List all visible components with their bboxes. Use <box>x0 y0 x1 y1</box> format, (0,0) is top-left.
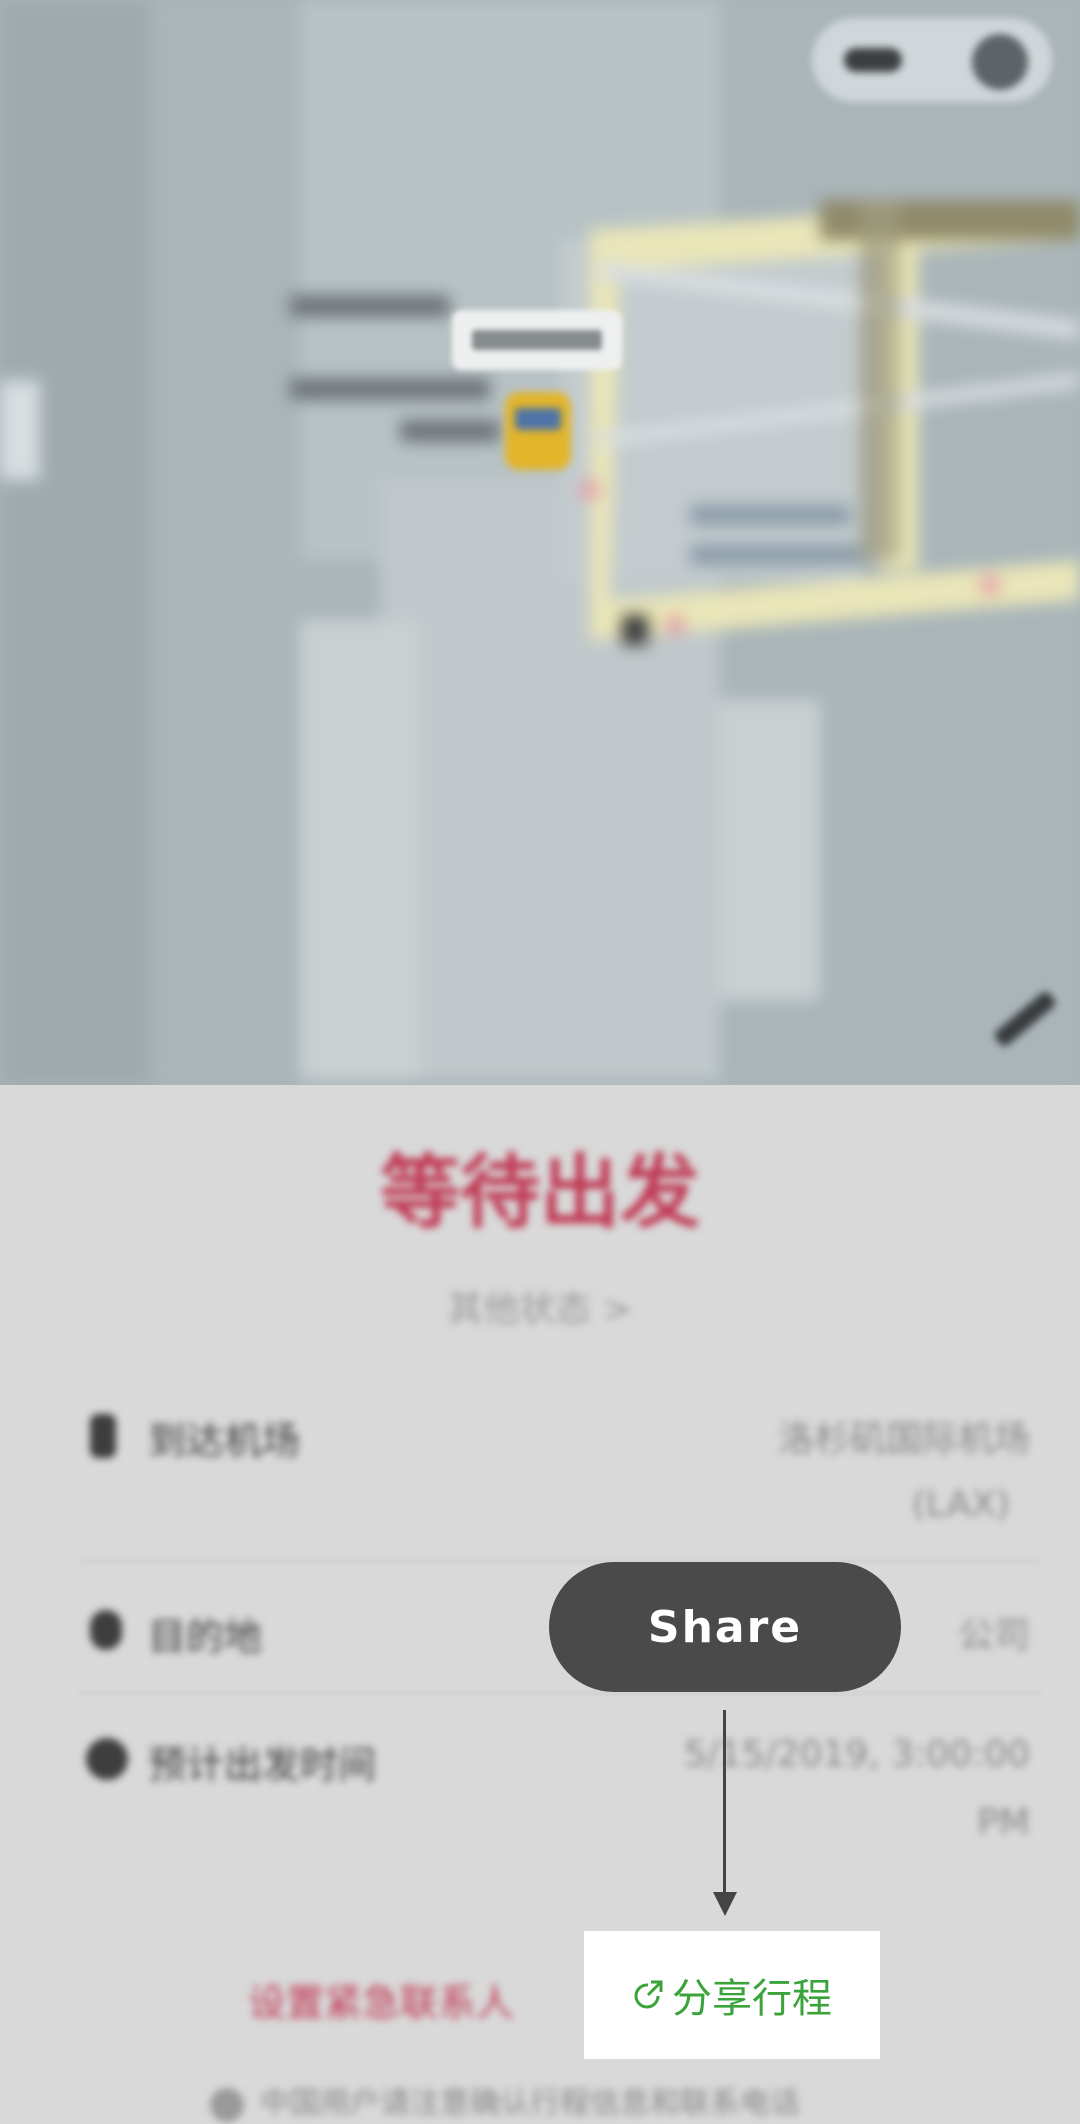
detail-row-departure-time: 预计出发时间 5/15/2019, 3:00:00 PM <box>70 1734 1030 1864</box>
map-view[interactable] <box>0 0 1080 1085</box>
detail-value-line2: (LAX) <box>911 1484 1010 1525</box>
detail-label: 到达机场 <box>148 1419 301 1463</box>
pickup-point-tag <box>452 310 622 370</box>
detail-value: 5/15/2019, 3:00:00 <box>683 1734 1030 1775</box>
traffic-icon[interactable] <box>844 48 902 72</box>
share-tooltip: Share <box>549 1562 901 1692</box>
detail-label: 目的地 <box>148 1615 263 1659</box>
detail-label: 预计出发时间 <box>148 1743 377 1787</box>
map-graphic <box>0 0 1080 1085</box>
footer-note-text: 中国用户请注意确认行程信息和联系电话 <box>260 2086 800 2121</box>
row-divider <box>80 1692 1040 1694</box>
detail-value-line2: PM <box>977 1802 1030 1843</box>
detail-row-airport: 到达机场 洛杉矶国际机场 (LAX) <box>70 1410 1030 1525</box>
footer-note: 中国用户请注意确认行程信息和联系电话 <box>210 2078 800 2122</box>
share-trip-button[interactable]: 分享行程 <box>584 1931 880 2059</box>
share-trip-label: 分享行程 <box>672 1976 832 2022</box>
phone-icon <box>90 1414 116 1458</box>
row-divider <box>80 1560 1040 1562</box>
tooltip-arrow-head <box>713 1892 737 1916</box>
emergency-contact-button[interactable]: 设置紧急联系人 <box>248 1972 514 2027</box>
pin-icon <box>90 1610 122 1650</box>
tooltip-arrow-line <box>723 1710 726 1906</box>
detail-value: 洛杉矶国际机场 <box>777 1419 1030 1460</box>
settings-icon[interactable] <box>972 34 1028 90</box>
clock-icon <box>86 1738 128 1780</box>
share-icon <box>634 1980 663 2009</box>
status-detail-link[interactable]: 其他状态 > <box>0 1280 1080 1332</box>
vehicle-icon <box>505 392 571 470</box>
map-controls[interactable] <box>812 18 1052 102</box>
trip-status-title: 等待出发 <box>380 1146 700 1239</box>
info-icon <box>210 2087 244 2122</box>
